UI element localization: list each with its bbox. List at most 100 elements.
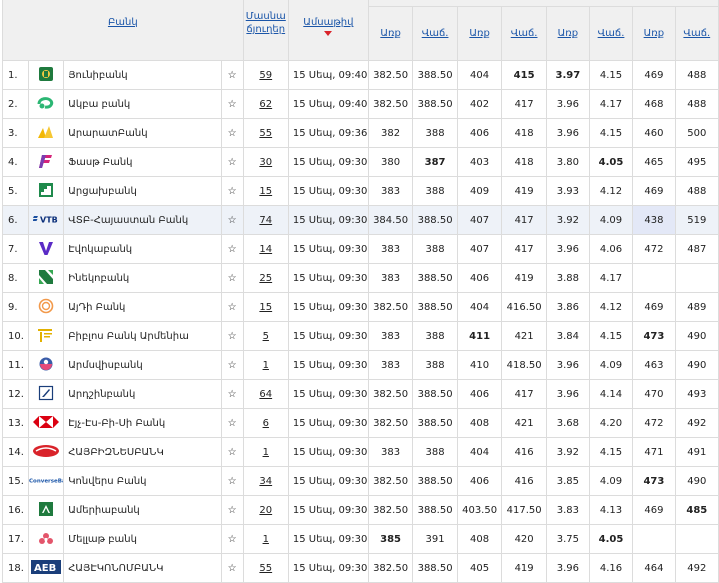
- eur-buy-header[interactable]: Առք: [456, 5, 503, 62]
- rub-buy-header[interactable]: Առք: [545, 5, 590, 62]
- rub-buy-value: 3.96: [545, 89, 590, 119]
- usd-buy-value: 380: [367, 147, 414, 177]
- branches-count-link[interactable]: 62: [242, 89, 289, 119]
- bank-logo-cell[interactable]: [28, 234, 65, 264]
- usd-sell-value: 388.50: [412, 466, 458, 496]
- eur-sell-header[interactable]: Վաճ.: [501, 5, 547, 62]
- updated-date: 15 Սեպ, 09:30: [287, 205, 369, 235]
- favorite-star-icon[interactable]: ☆: [220, 60, 244, 90]
- branches-count-link[interactable]: 1: [242, 524, 289, 554]
- bank-logo-cell[interactable]: [28, 89, 65, 119]
- usd-buy-header[interactable]: Առք: [367, 5, 414, 62]
- branches-count-link[interactable]: 30: [242, 147, 289, 177]
- favorite-star-icon[interactable]: ☆: [220, 147, 244, 177]
- favorite-star-icon[interactable]: ☆: [220, 437, 244, 467]
- branches-count-link[interactable]: 55: [242, 118, 289, 148]
- rub-sell-header[interactable]: Վաճ.: [588, 5, 634, 62]
- bank-logo-cell[interactable]: [28, 176, 65, 206]
- favorite-star-icon[interactable]: ☆: [220, 292, 244, 322]
- favorite-star-icon[interactable]: ☆: [220, 234, 244, 264]
- branches-column-header[interactable]: Մասնա ճյուղեր: [242, 0, 289, 61]
- rub-buy-value: 3.85: [545, 466, 590, 496]
- gbp-buy-header[interactable]: Առք: [632, 5, 676, 62]
- favorite-star-icon[interactable]: ☆: [220, 89, 244, 119]
- branches-count-link[interactable]: 1: [242, 350, 289, 380]
- branches-count-link[interactable]: 15: [242, 176, 289, 206]
- branches-count-link[interactable]: 14: [242, 234, 289, 264]
- eur-buy-value: 406: [456, 118, 503, 148]
- bank-name-link[interactable]: Յունիբանկ: [63, 60, 222, 90]
- favorite-star-icon[interactable]: ☆: [220, 495, 244, 525]
- bank-logo-cell[interactable]: [28, 495, 65, 525]
- branches-count-link[interactable]: 15: [242, 292, 289, 322]
- bank-name-link[interactable]: Մելլաթ բանկ: [63, 524, 222, 554]
- gbp-sell-header[interactable]: Վաճ.: [674, 5, 719, 62]
- bank-logo-cell[interactable]: AEB: [28, 553, 65, 583]
- usd-sell-header[interactable]: Վաճ.: [412, 5, 458, 62]
- branches-count-link[interactable]: 74: [242, 205, 289, 235]
- bank-logo-cell[interactable]: [28, 350, 65, 380]
- bank-name-link[interactable]: Բիբլոս Բանկ Արմենիա: [63, 321, 222, 351]
- bank-name-link[interactable]: Ֆասթ Բանկ: [63, 147, 222, 177]
- branches-count-link[interactable]: 64: [242, 379, 289, 409]
- branches-count-link[interactable]: 59: [242, 60, 289, 90]
- bank-logo-cell[interactable]: [28, 292, 65, 322]
- usd-sell-value: 388.50: [412, 379, 458, 409]
- bank-name-link[interactable]: ԱյԴի Բանկ: [63, 292, 222, 322]
- favorite-star-icon[interactable]: ☆: [220, 350, 244, 380]
- bank-logo-cell[interactable]: [28, 524, 65, 554]
- bank-name-link[interactable]: Արմսվիսբանկ: [63, 350, 222, 380]
- favorite-star-icon[interactable]: ☆: [220, 524, 244, 554]
- branches-count-link[interactable]: 34: [242, 466, 289, 496]
- favorite-star-icon[interactable]: ☆: [220, 205, 244, 235]
- bank-name-link[interactable]: Էվոկաբանկ: [63, 234, 222, 264]
- branches-count-link[interactable]: 20: [242, 495, 289, 525]
- exchange-rates-table: Բանկ Մասնա ճյուղեր Ամսաթիվ Առք Վաճ. Առք …: [1, 0, 719, 583]
- bank-name-link[interactable]: ՎՏԲ-Հայաստան Բանկ: [63, 205, 222, 235]
- rub-buy-value: 3.92: [545, 437, 590, 467]
- eur-buy-value: 411: [456, 321, 503, 351]
- bank-logo-cell[interactable]: [28, 321, 65, 351]
- favorite-star-icon[interactable]: ☆: [220, 263, 244, 293]
- bank-logo-cell[interactable]: [28, 379, 65, 409]
- bank-name-link[interactable]: Ինեկոբանկ: [63, 263, 222, 293]
- bank-logo-cell[interactable]: [28, 147, 65, 177]
- date-column-header[interactable]: Ամսաթիվ: [287, 0, 369, 61]
- bank-logo-cell[interactable]: ConverseBank: [28, 466, 65, 496]
- gbp-buy-value: 468: [632, 89, 676, 119]
- eur-sell-value: 417.50: [501, 495, 547, 525]
- branches-count-link[interactable]: 6: [242, 408, 289, 438]
- eur-sell-value: 417: [501, 379, 547, 409]
- favorite-star-icon[interactable]: ☆: [220, 176, 244, 206]
- bank-name-link[interactable]: ԱրարատԲանկ: [63, 118, 222, 148]
- favorite-star-icon[interactable]: ☆: [220, 408, 244, 438]
- usd-buy-value: 382.50: [367, 60, 414, 90]
- branches-count-link[interactable]: 55: [242, 553, 289, 583]
- bank-name-link[interactable]: ՀԱՅԷԿՈՆՈՄԲԱՆԿ: [63, 553, 222, 583]
- bank-name-link[interactable]: Ակբա բանկ: [63, 89, 222, 119]
- bank-logo-cell[interactable]: [28, 118, 65, 148]
- branches-count-link[interactable]: 1: [242, 437, 289, 467]
- bank-logo-cell[interactable]: [28, 263, 65, 293]
- bank-name-link[interactable]: Արցախբանկ: [63, 176, 222, 206]
- favorite-star-icon[interactable]: ☆: [220, 466, 244, 496]
- favorite-star-icon[interactable]: ☆: [220, 118, 244, 148]
- eur-sell-value: 416: [501, 466, 547, 496]
- bank-name-link[interactable]: Արդշինբանկ: [63, 379, 222, 409]
- bank-name-link[interactable]: ՀԱՅԲԻԶՆԵՍԲԱՆԿ: [63, 437, 222, 467]
- favorite-star-icon[interactable]: ☆: [220, 379, 244, 409]
- branches-count-link[interactable]: 25: [242, 263, 289, 293]
- bank-logo-cell[interactable]: [28, 408, 65, 438]
- bank-name-link[interactable]: Էյչ-Էս-Բի-Սի Բանկ: [63, 408, 222, 438]
- bank-logo-cell[interactable]: VTB: [28, 205, 65, 235]
- favorite-star-icon[interactable]: ☆: [220, 321, 244, 351]
- updated-date: 15 Սեպ, 09:30: [287, 379, 369, 409]
- favorite-star-icon[interactable]: ☆: [220, 553, 244, 583]
- branches-count-link[interactable]: 5: [242, 321, 289, 351]
- bank-column-header[interactable]: Բանկ: [2, 0, 244, 61]
- bank-name-link[interactable]: Ամերիաբանկ: [63, 495, 222, 525]
- bank-name-link[interactable]: Կոնվերս Բանկ: [63, 466, 222, 496]
- row-number: 15.: [1, 466, 30, 496]
- bank-logo-cell[interactable]: [28, 60, 65, 90]
- bank-logo-cell[interactable]: [28, 437, 65, 467]
